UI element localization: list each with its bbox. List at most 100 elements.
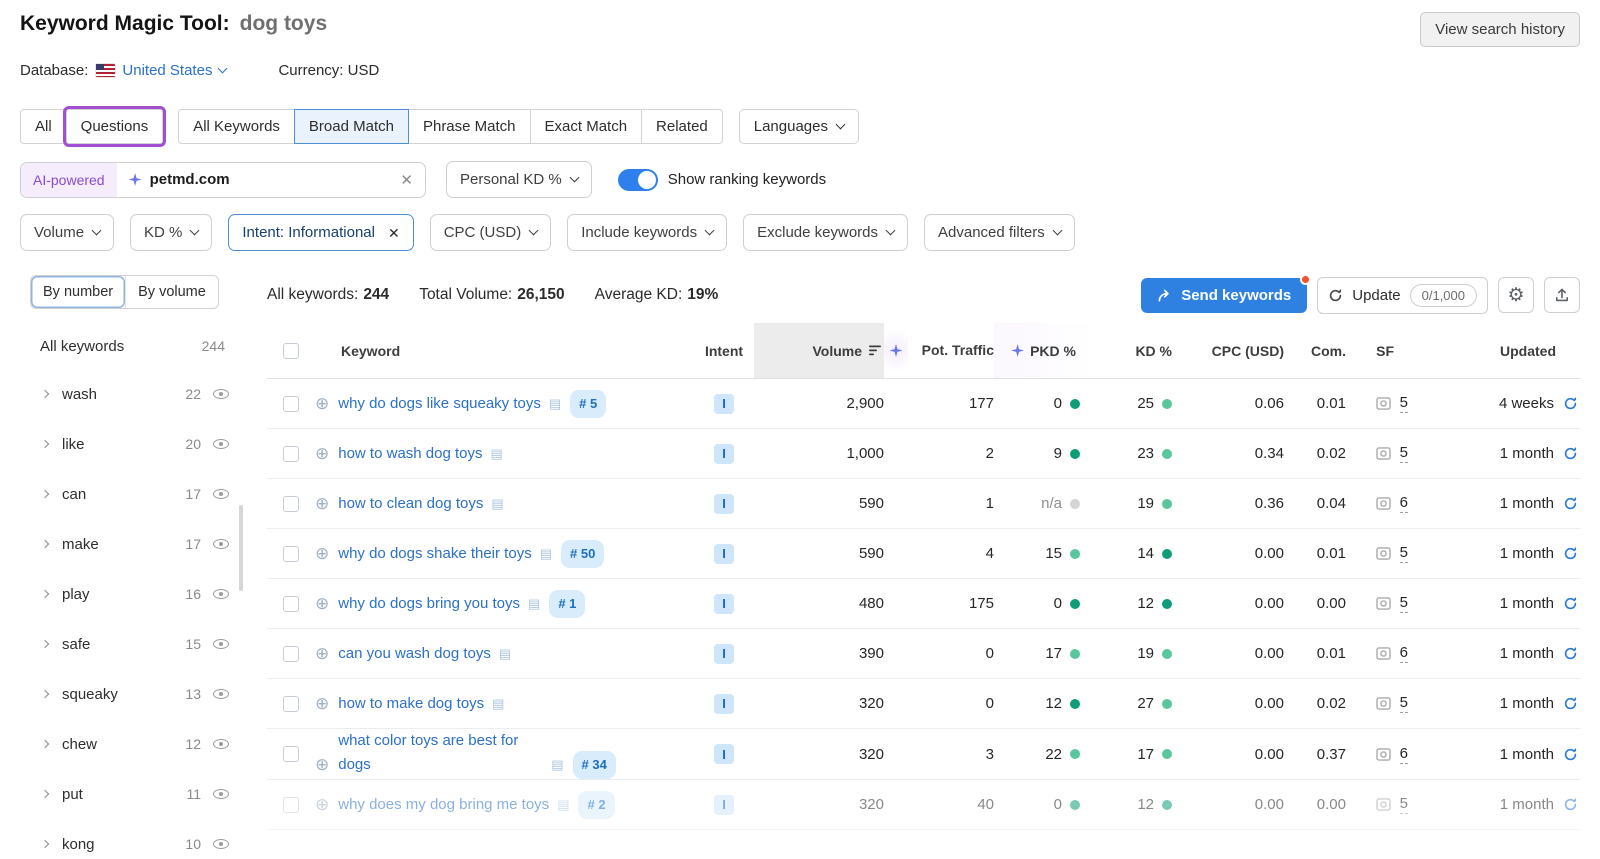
eye-icon[interactable] xyxy=(213,489,229,499)
chevron-right-icon[interactable] xyxy=(41,590,49,598)
chevron-right-icon[interactable] xyxy=(41,740,49,748)
group-item-can[interactable]: can 17 xyxy=(20,469,243,519)
keyword-link[interactable]: why do dogs bring you toys xyxy=(338,595,520,612)
header-kd[interactable]: KD % xyxy=(1094,337,1186,365)
eye-icon[interactable] xyxy=(213,589,229,599)
eye-icon[interactable] xyxy=(213,789,229,799)
add-keyword-icon[interactable]: ⊕ xyxy=(315,755,329,774)
group-item-chew[interactable]: chew 12 xyxy=(20,719,243,769)
personal-kd-dropdown[interactable]: Personal KD % xyxy=(446,161,592,198)
by-volume-button[interactable]: By volume xyxy=(125,276,218,308)
serp-snapshot-icon[interactable] xyxy=(1376,748,1391,761)
refresh-icon[interactable] xyxy=(1563,546,1578,561)
group-item-squeaky[interactable]: squeaky 13 xyxy=(20,669,243,719)
tab-related[interactable]: Related xyxy=(641,109,723,144)
row-checkbox[interactable] xyxy=(283,596,299,612)
database-select[interactable]: United States xyxy=(96,62,226,79)
refresh-icon[interactable] xyxy=(1563,596,1578,611)
volume-filter[interactable]: Volume xyxy=(20,214,114,251)
show-ranking-toggle[interactable] xyxy=(618,169,658,191)
tab-all-keywords[interactable]: All Keywords xyxy=(178,109,295,144)
chevron-right-icon[interactable] xyxy=(41,840,49,848)
serp-snapshot-icon[interactable] xyxy=(1376,597,1391,610)
group-item-like[interactable]: like 20 xyxy=(20,419,243,469)
add-keyword-icon[interactable]: ⊕ xyxy=(315,694,329,713)
intent-filter-active[interactable]: Intent: Informational ✕ xyxy=(228,214,413,251)
settings-button[interactable]: ⚙ xyxy=(1498,277,1534,313)
keyword-link[interactable]: how to wash dog toys xyxy=(338,445,482,462)
cpc-filter[interactable]: CPC (USD) xyxy=(430,214,552,251)
sf-value[interactable]: 5 xyxy=(1400,444,1408,463)
advanced-filters[interactable]: Advanced filters xyxy=(924,214,1075,251)
tab-phrase-match[interactable]: Phrase Match xyxy=(408,109,531,144)
serp-snapshot-icon[interactable] xyxy=(1376,547,1391,560)
row-checkbox[interactable] xyxy=(283,646,299,662)
send-keywords-button[interactable]: Send keywords xyxy=(1141,278,1307,313)
add-keyword-icon[interactable]: ⊕ xyxy=(315,544,329,563)
kd-filter[interactable]: KD % xyxy=(130,214,212,251)
eye-icon[interactable] xyxy=(213,539,229,549)
refresh-icon[interactable] xyxy=(1563,696,1578,711)
row-checkbox[interactable] xyxy=(283,496,299,512)
keyword-link[interactable]: why do dogs like squeaky toys xyxy=(338,395,541,412)
update-button[interactable]: Update 0/1,000 xyxy=(1317,277,1488,314)
keyword-link[interactable]: how to make dog toys xyxy=(338,695,484,712)
keyword-link[interactable]: why does my dog bring me toys xyxy=(338,796,549,813)
eye-icon[interactable] xyxy=(213,689,229,699)
serp-snapshot-icon[interactable] xyxy=(1376,497,1391,510)
chevron-right-icon[interactable] xyxy=(41,390,49,398)
sf-value[interactable]: 5 xyxy=(1400,394,1408,413)
sf-value[interactable]: 6 xyxy=(1400,745,1408,764)
sf-value[interactable]: 5 xyxy=(1400,544,1408,563)
group-item-make[interactable]: make 17 xyxy=(20,519,243,569)
sf-value[interactable]: 6 xyxy=(1400,494,1408,513)
header-pkd[interactable]: PKD % xyxy=(994,323,1094,378)
search-input[interactable] xyxy=(150,171,389,188)
serp-snapshot-icon[interactable] xyxy=(1376,697,1391,710)
sf-value[interactable]: 6 xyxy=(1400,644,1408,663)
add-keyword-icon[interactable]: ⊕ xyxy=(315,494,329,513)
group-item-put[interactable]: put 11 xyxy=(20,769,243,819)
serp-snapshot-icon[interactable] xyxy=(1376,647,1391,660)
keyword-link[interactable]: what color toys are best for dogs xyxy=(338,729,543,777)
eye-icon[interactable] xyxy=(213,639,229,649)
tab-exact-match[interactable]: Exact Match xyxy=(530,109,643,144)
sf-value[interactable]: 5 xyxy=(1400,594,1408,613)
row-checkbox[interactable] xyxy=(283,746,299,762)
select-all-checkbox[interactable] xyxy=(283,343,299,359)
row-checkbox[interactable] xyxy=(283,396,299,412)
refresh-icon[interactable] xyxy=(1563,446,1578,461)
chevron-right-icon[interactable] xyxy=(41,440,49,448)
eye-icon[interactable] xyxy=(213,389,229,399)
eye-icon[interactable] xyxy=(213,839,229,849)
serp-snapshot-icon[interactable] xyxy=(1376,397,1391,410)
header-cpc[interactable]: CPC (USD) xyxy=(1186,337,1284,365)
chevron-right-icon[interactable] xyxy=(41,790,49,798)
sidebar-scrollbar[interactable] xyxy=(239,505,243,591)
row-checkbox[interactable] xyxy=(283,797,299,813)
add-keyword-icon[interactable]: ⊕ xyxy=(315,394,329,413)
chevron-right-icon[interactable] xyxy=(41,490,49,498)
row-checkbox[interactable] xyxy=(283,546,299,562)
add-keyword-icon[interactable]: ⊕ xyxy=(315,444,329,463)
exclude-keywords-filter[interactable]: Exclude keywords xyxy=(743,214,908,251)
refresh-icon[interactable] xyxy=(1563,396,1578,411)
all-keywords-group[interactable]: All keywords 244 xyxy=(20,323,243,369)
header-volume[interactable]: Volume xyxy=(754,323,884,378)
serp-snapshot-icon[interactable] xyxy=(1376,447,1391,460)
add-keyword-icon[interactable]: ⊕ xyxy=(315,594,329,613)
header-com[interactable]: Com. xyxy=(1284,337,1346,365)
view-search-history-button[interactable]: View search history xyxy=(1420,12,1580,47)
ai-sparkle-icon[interactable] xyxy=(890,344,903,357)
keyword-link[interactable]: why do dogs shake their toys xyxy=(338,545,531,562)
group-item-kong[interactable]: kong 10 xyxy=(20,819,243,859)
remove-intent-filter-icon[interactable]: ✕ xyxy=(384,226,400,240)
serp-snapshot-icon[interactable] xyxy=(1376,798,1391,811)
tab-broad-match[interactable]: Broad Match xyxy=(294,109,409,144)
chevron-right-icon[interactable] xyxy=(41,690,49,698)
chevron-right-icon[interactable] xyxy=(41,540,49,548)
add-keyword-icon[interactable]: ⊕ xyxy=(315,644,329,663)
group-item-play[interactable]: play 16 xyxy=(20,569,243,619)
refresh-icon[interactable] xyxy=(1563,496,1578,511)
add-keyword-icon[interactable]: ⊕ xyxy=(315,795,329,814)
